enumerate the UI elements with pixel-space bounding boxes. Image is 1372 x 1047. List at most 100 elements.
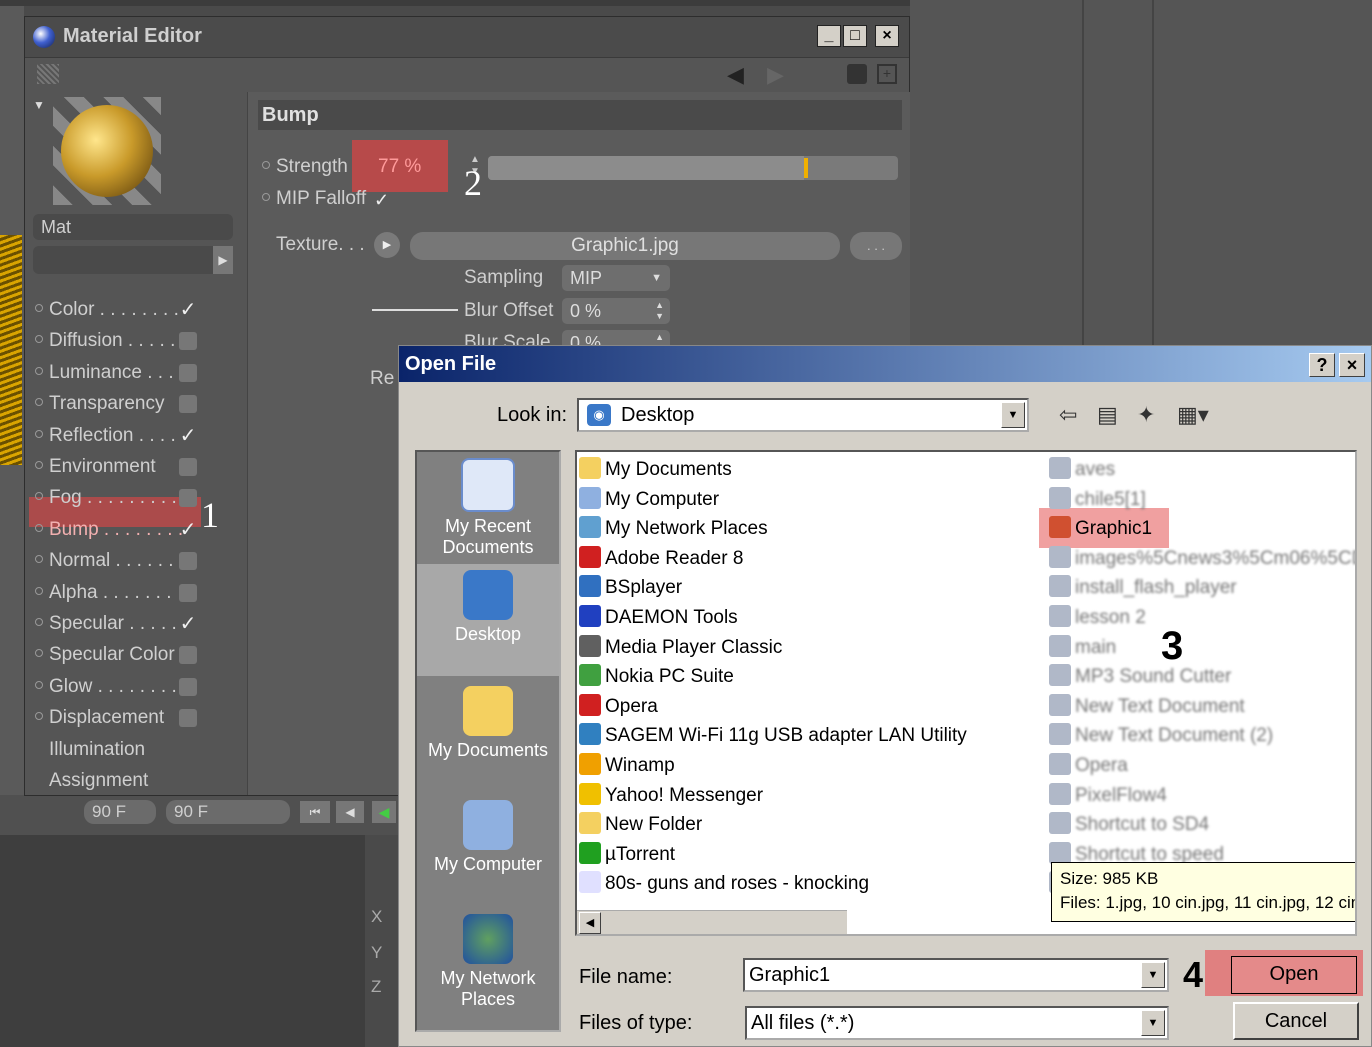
forward-arrow-icon[interactable]: ▶ <box>767 62 784 88</box>
view-menu-icon[interactable]: ▦▾ <box>1177 402 1209 428</box>
file-item[interactable]: BSplayer <box>579 574 682 602</box>
channel-item[interactable]: Reflection . . . . ✓ <box>33 422 203 450</box>
place-my-documents[interactable]: My Documents <box>417 680 559 792</box>
file-item[interactable]: PixelFlow4 <box>1049 782 1167 810</box>
texture-browse-button[interactable]: . . . <box>850 232 902 260</box>
place-my-network-places[interactable]: My Network Places <box>417 908 559 1020</box>
file-item[interactable]: µTorrent <box>579 841 675 869</box>
new-folder-icon[interactable]: ✦ <box>1137 402 1155 428</box>
file-name-input[interactable]: Graphic1 ▼ <box>743 958 1169 992</box>
maximize-button[interactable]: □ <box>843 25 867 47</box>
channel-checkbox[interactable]: ✓ <box>179 520 197 540</box>
texture-menu-button[interactable]: ▶ <box>374 232 400 258</box>
place-recent-documents[interactable]: My Recent Documents <box>417 452 559 564</box>
channel-item[interactable]: Diffusion . . . . . <box>33 327 203 355</box>
material-name-field[interactable]: Mat <box>33 214 233 240</box>
horizontal-scrollbar[interactable]: ◀ <box>577 910 847 934</box>
texture-file-field[interactable]: Graphic1.jpg <box>410 232 840 260</box>
open-button[interactable]: Open <box>1231 956 1357 994</box>
channel-item[interactable]: Specular Color <box>33 641 203 669</box>
file-item[interactable]: 80s- guns and roses - knocking <box>579 870 869 898</box>
channel-item[interactable]: Environment <box>33 453 203 481</box>
file-item[interactable]: New Text Document (2) <box>1049 722 1273 750</box>
file-item[interactable]: Yahoo! Messenger <box>579 782 763 810</box>
help-button[interactable]: ? <box>1309 353 1335 377</box>
channel-item[interactable]: Alpha . . . . . . . <box>33 579 203 607</box>
material-editor-titlebar[interactable]: Material Editor _ □ × <box>25 17 909 58</box>
cancel-button[interactable]: Cancel <box>1233 1002 1359 1040</box>
place-desktop[interactable]: Desktop <box>417 564 559 676</box>
channel-item[interactable]: Transparency <box>33 390 203 418</box>
lock-icon[interactable] <box>847 64 867 84</box>
file-item[interactable]: Opera <box>579 693 658 721</box>
material-secondary-field[interactable] <box>33 246 221 274</box>
chevron-down-icon[interactable]: ▼ <box>1141 962 1165 988</box>
channel-item[interactable]: Illumination <box>33 736 219 764</box>
dialog-titlebar[interactable]: Open File ? × <box>399 346 1371 382</box>
goto-start-button[interactable]: ⏮ <box>300 801 330 823</box>
file-item[interactable]: Nokia PC Suite <box>579 663 734 691</box>
chevron-down-icon[interactable]: ▼ <box>1141 1010 1165 1036</box>
file-item[interactable]: main <box>1049 634 1116 662</box>
channel-checkbox[interactable]: ✓ <box>179 426 197 446</box>
mip-falloff-checkbox[interactable]: ✓ <box>374 190 389 211</box>
channel-item[interactable]: Color . . . . . . . . ✓ <box>33 296 203 324</box>
place-my-computer[interactable]: My Computer <box>417 794 559 906</box>
channel-checkbox[interactable] <box>179 646 197 665</box>
file-type-dropdown[interactable]: All files (*.*) ▼ <box>745 1006 1169 1040</box>
channel-item[interactable]: Specular . . . . . ✓ <box>33 610 203 638</box>
file-item[interactable]: aves <box>1049 456 1115 484</box>
sampling-dropdown[interactable]: MIP ▼ <box>562 265 670 291</box>
channel-item[interactable]: Displacement <box>33 704 203 732</box>
strength-slider[interactable] <box>488 156 898 180</box>
channel-item[interactable]: Glow . . . . . . . . <box>33 673 203 701</box>
look-in-dropdown[interactable]: ◉ Desktop ▼ <box>577 398 1029 432</box>
chevron-down-icon[interactable]: ▼ <box>1001 402 1025 428</box>
play-arrow-icon[interactable]: ▶ <box>213 246 233 274</box>
channel-checkbox[interactable] <box>179 458 197 476</box>
channel-item[interactable]: Bump . . . . . . . . ✓ <box>33 516 203 544</box>
back-icon[interactable]: ⇦ <box>1059 402 1077 428</box>
channel-item[interactable]: Assignment <box>33 767 219 795</box>
file-item[interactable]: install_flash_player <box>1049 574 1237 602</box>
channel-item[interactable]: Fog . . . . . . . . . <box>33 484 203 512</box>
channel-checkbox[interactable] <box>179 363 197 382</box>
play-button[interactable]: ◀ <box>372 801 396 823</box>
channel-checkbox[interactable] <box>179 552 197 571</box>
new-window-icon[interactable]: + <box>877 64 897 84</box>
file-item[interactable]: images%5Cnews3%5Cm06%5CD <box>1049 545 1355 573</box>
file-item[interactable]: Winamp <box>579 752 675 780</box>
file-item[interactable]: Media Player Classic <box>579 634 782 662</box>
channel-item[interactable]: Normal . . . . . . <box>33 547 203 575</box>
file-item[interactable]: lesson 2 <box>1049 604 1146 632</box>
preview-menu-icon[interactable]: ▼ <box>33 98 45 112</box>
file-item[interactable]: Shortcut to SD4 <box>1049 811 1209 839</box>
channel-checkbox[interactable] <box>179 395 197 414</box>
channel-checkbox[interactable] <box>179 677 197 696</box>
file-item[interactable]: MP3 Sound Cutter <box>1049 663 1231 691</box>
channel-checkbox[interactable] <box>179 709 197 728</box>
channel-checkbox[interactable]: ✓ <box>179 300 197 320</box>
back-arrow-icon[interactable]: ◀ <box>727 62 744 88</box>
file-item[interactable]: New Folder <box>579 811 702 839</box>
file-item[interactable]: My Network Places <box>579 515 768 543</box>
blur-offset-field[interactable]: 0 % ▲ ▼ <box>562 298 670 324</box>
file-item[interactable]: chile5[1] <box>1049 486 1146 514</box>
channel-checkbox[interactable] <box>179 332 197 351</box>
file-item-graphic1[interactable]: Graphic1 <box>1049 515 1152 543</box>
file-item[interactable]: SAGEM Wi-Fi 11g USB adapter LAN Utility <box>579 722 967 750</box>
up-folder-icon[interactable]: ▤ <box>1097 402 1118 428</box>
channel-checkbox[interactable] <box>179 583 197 602</box>
strength-value[interactable]: 77 % <box>378 156 421 178</box>
file-item[interactable]: Adobe Reader 8 <box>579 545 743 573</box>
channel-checkbox[interactable] <box>179 489 197 508</box>
dialog-close-button[interactable]: × <box>1339 353 1365 377</box>
file-item[interactable]: My Documents <box>579 456 732 484</box>
scroll-left-icon[interactable]: ◀ <box>579 912 601 934</box>
file-item[interactable]: Opera <box>1049 752 1128 780</box>
material-preview[interactable] <box>53 97 161 205</box>
file-item[interactable]: DAEMON Tools <box>579 604 738 632</box>
minimize-button[interactable]: _ <box>817 25 841 47</box>
grip-icon[interactable] <box>37 64 59 84</box>
channel-checkbox[interactable]: ✓ <box>179 614 197 634</box>
